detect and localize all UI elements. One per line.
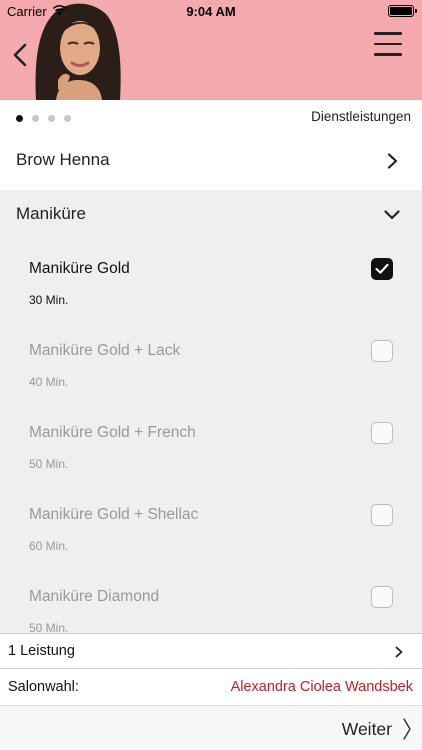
footer-bar: Weiter xyxy=(0,706,422,750)
service-list[interactable]: Maniküre Gold 30 Min. Maniküre Gold + La… xyxy=(0,240,422,633)
checkmark-icon xyxy=(375,263,389,274)
service-item[interactable]: Maniküre Gold + Shellac 60 Min. xyxy=(0,486,422,568)
clock-time: 9:04 AM xyxy=(186,4,236,19)
service-duration: 60 Min. xyxy=(29,539,69,553)
service-name: Maniküre Gold + Shellac xyxy=(29,506,199,523)
service-checkbox[interactable] xyxy=(371,504,393,526)
header: Carrier 9:04 AM xyxy=(0,0,422,100)
service-item[interactable]: Maniküre Gold + Lack 40 Min. xyxy=(0,322,422,404)
service-name: Maniküre Gold + Lack xyxy=(29,342,181,359)
service-name: Maniküre Diamond xyxy=(29,588,160,605)
chevron-right-icon xyxy=(403,718,411,740)
next-button[interactable]: Weiter xyxy=(342,714,412,744)
service-item[interactable]: Maniküre Gold + French 50 Min. xyxy=(0,404,422,486)
service-duration: 50 Min. xyxy=(29,457,69,471)
salon-selection-row[interactable]: Salonwahl: Alexandra Ciolea Wandsbek xyxy=(0,669,422,706)
service-duration: 50 Min. xyxy=(29,621,69,633)
pager-row: Dienstleistungen xyxy=(0,100,422,136)
next-label: Weiter xyxy=(341,718,392,739)
service-checkbox[interactable] xyxy=(371,258,393,280)
section-title: Dienstleistungen xyxy=(311,109,411,124)
service-item[interactable]: Maniküre Gold 30 Min. xyxy=(0,240,422,322)
page-dot[interactable] xyxy=(16,115,23,122)
chevron-right-icon xyxy=(387,153,398,169)
battery-icon xyxy=(388,5,417,17)
service-checkbox[interactable] xyxy=(371,586,393,608)
category-label: Maniküre xyxy=(16,204,86,223)
back-button[interactable] xyxy=(8,40,34,70)
category-label: Brow Henna xyxy=(16,150,110,169)
category-manikure[interactable]: Maniküre xyxy=(0,190,422,240)
salon-name[interactable]: Alexandra Ciolea Wandsbek xyxy=(231,679,413,695)
service-duration: 40 Min. xyxy=(29,375,69,389)
chevron-down-icon xyxy=(384,210,400,220)
summary-label: 1 Leistung xyxy=(8,643,75,659)
chevron-right-icon xyxy=(395,646,403,658)
service-name: Maniküre Gold xyxy=(29,260,130,277)
service-duration: 30 Min. xyxy=(29,293,69,307)
service-item[interactable]: Maniküre Diamond 50 Min. xyxy=(0,568,422,633)
service-checkbox[interactable] xyxy=(371,422,393,444)
selected-services-summary[interactable]: 1 Leistung xyxy=(0,633,422,669)
page-dot[interactable] xyxy=(32,115,39,122)
service-checkbox[interactable] xyxy=(371,340,393,362)
hamburger-menu-icon[interactable] xyxy=(374,32,402,56)
page-dot[interactable] xyxy=(48,115,55,122)
page-dot[interactable] xyxy=(64,115,71,122)
page-indicator[interactable] xyxy=(16,115,71,122)
salon-label: Salonwahl: xyxy=(8,679,79,695)
category-brow-henna[interactable]: Brow Henna xyxy=(0,136,422,186)
status-bar: Carrier 9:04 AM xyxy=(0,0,422,22)
service-name: Maniküre Gold + French xyxy=(29,424,196,441)
